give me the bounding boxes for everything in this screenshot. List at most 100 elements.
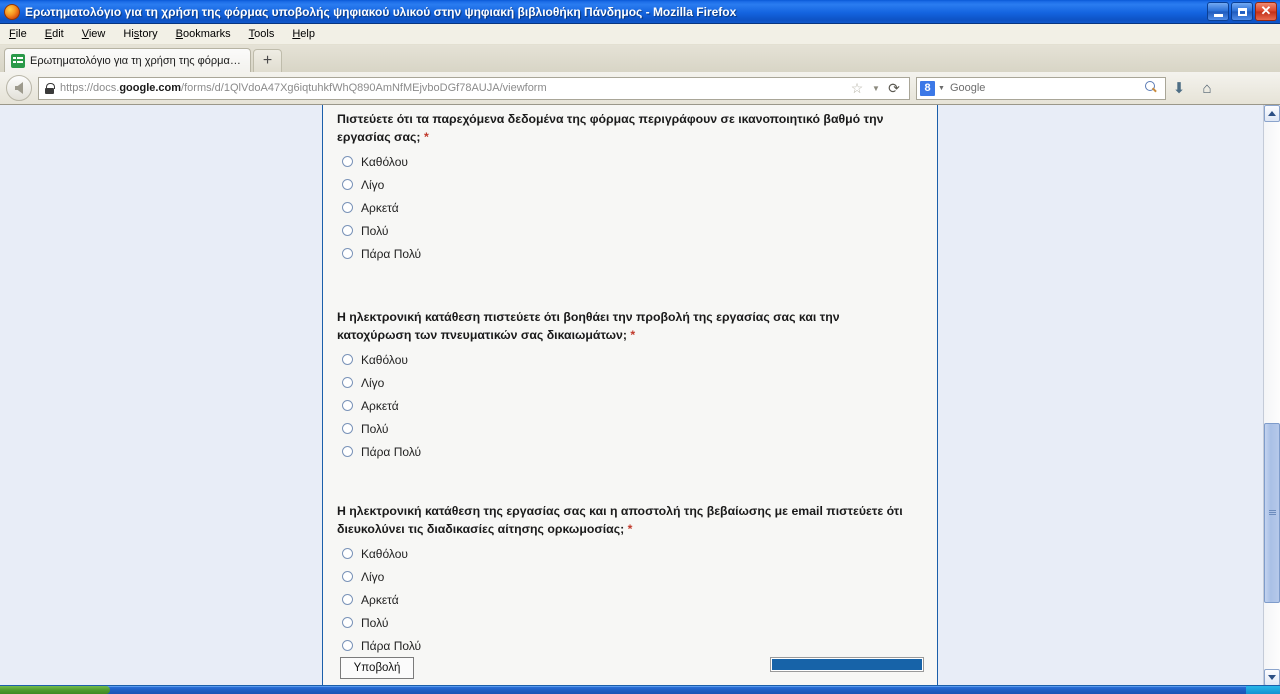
option-label: Πολύ [361,615,389,630]
menu-item-file[interactable]: File [0,26,36,42]
radio-icon[interactable] [342,248,353,259]
option-label: Αρκετά [361,398,399,413]
option-label: Πάρα Πολύ [361,246,422,261]
home-icon[interactable]: ⌂ [1192,75,1222,101]
radio-icon[interactable] [342,446,353,457]
radio-icon[interactable] [342,377,353,388]
menu-item-help[interactable]: Help [283,26,324,42]
search-magnifier-icon[interactable] [1143,80,1159,96]
menu-item-tools[interactable]: Tools [240,26,284,42]
progress-bar [770,657,924,672]
radio-option[interactable]: Πάρα Πολύ [337,634,923,657]
radio-option[interactable]: Αρκετά [337,588,923,611]
back-button[interactable] [6,75,32,101]
start-button[interactable] [0,686,110,694]
form-footer: Υποβολή [323,657,937,683]
maximize-button[interactable] [1231,2,1253,21]
question-text: Η ηλεκτρονική κατάθεση πιστεύετε ότι βοη… [337,310,840,342]
radio-icon[interactable] [342,594,353,605]
windows-taskbar [0,686,1280,694]
submit-button[interactable]: Υποβολή [340,657,414,679]
google-forms-icon [11,53,25,68]
url-bar[interactable]: https://docs.google.com/forms/d/1QlVdoA4… [38,76,910,100]
radio-option[interactable]: Αρκετά [337,394,923,417]
url-text: https://docs.google.com/forms/d/1QlVdoA4… [60,82,547,94]
tab-title: Ερωτηματολόγιο για τη χρήση της φόρμας υ… [30,54,244,67]
radio-option[interactable]: Λίγο [337,371,923,394]
option-label: Λίγο [361,177,385,192]
search-box[interactable]: 8 ▼ Google [916,76,1166,100]
search-input[interactable]: Google [950,82,1143,94]
radio-option[interactable]: Πολύ [337,219,923,242]
radio-option[interactable]: Καθόλου [337,150,923,173]
radio-icon[interactable] [342,640,353,651]
vertical-scrollbar[interactable] [1263,105,1280,686]
option-label: Λίγο [361,375,385,390]
form-question: Η ηλεκτρονική κατάθεση πιστεύετε ότι βοη… [337,309,923,463]
radio-icon[interactable] [342,423,353,434]
option-label: Καθόλου [361,352,408,367]
radio-icon[interactable] [342,225,353,236]
progress-bar-fill [772,659,922,670]
search-engine-chevron-down-icon[interactable]: ▼ [938,85,945,92]
menu-item-view[interactable]: View [73,26,115,42]
menu-item-history[interactable]: History [114,26,166,42]
lock-icon [45,82,55,94]
form-question: Πιστεύετε ότι τα παρεχόμενα δεδομένα της… [337,111,923,265]
browser-tab[interactable]: Ερωτηματολόγιο για τη χρήση της φόρμας υ… [4,48,251,72]
radio-icon[interactable] [342,156,353,167]
radio-icon[interactable] [342,354,353,365]
system-tray[interactable] [1246,686,1280,694]
minimize-button[interactable] [1207,2,1229,21]
radio-icon[interactable] [342,400,353,411]
option-label: Αρκετά [361,592,399,607]
radio-icon[interactable] [342,617,353,628]
option-label: Αρκετά [361,200,399,215]
menu-item-edit[interactable]: Edit [36,26,73,42]
google-search-icon[interactable]: 8 [920,80,935,96]
close-icon: ✕ [1260,3,1272,18]
firefox-icon [4,3,20,20]
radio-icon[interactable] [342,179,353,190]
question-spacer [337,275,923,309]
new-tab-button[interactable]: + [253,49,282,72]
menu-item-bookmarks[interactable]: Bookmarks [167,26,240,42]
radio-option[interactable]: Λίγο [337,565,923,588]
radio-option[interactable]: Αρκετά [337,196,923,219]
scrollbar-thumb[interactable] [1264,423,1280,603]
back-arrow-icon [15,82,23,94]
window-controls: ✕ [1207,2,1277,21]
radio-icon[interactable] [342,571,353,582]
page-content: Πιστεύετε ότι τα παρεχόμενα δεδομένα της… [0,105,1280,686]
radio-option[interactable]: Καθόλου [337,348,923,371]
required-marker: * [423,129,429,144]
navigation-toolbar: https://docs.google.com/forms/d/1QlVdoA4… [0,72,1280,105]
menu-bar: File Edit View History Bookmarks Tools H… [0,24,1280,45]
scroll-up-button[interactable] [1264,105,1280,122]
radio-option[interactable]: Πάρα Πολύ [337,242,923,265]
question-spacer [337,473,923,503]
scroll-down-button[interactable] [1264,669,1280,686]
question-title: Πιστεύετε ότι τα παρεχόμενα δεδομένα της… [337,111,912,146]
bookmark-star-icon[interactable]: ☆ [845,77,869,100]
option-label: Καθόλου [361,546,408,561]
radio-icon[interactable] [342,202,353,213]
close-button[interactable]: ✕ [1255,2,1277,21]
radio-option[interactable]: Πολύ [337,611,923,634]
chevron-up-icon [1268,111,1276,116]
radio-option[interactable]: Πολύ [337,417,923,440]
option-label: Λίγο [361,569,385,584]
downloads-icon[interactable]: ⬇ [1166,75,1192,101]
scrollbar-grip-icon [1268,510,1276,516]
chevron-down-icon[interactable]: ▼ [869,77,883,100]
radio-option[interactable]: Καθόλου [337,542,923,565]
radio-option[interactable]: Λίγο [337,173,923,196]
question-text: Η ηλεκτρονική κατάθεση της εργασίας σας … [337,504,903,536]
radio-icon[interactable] [342,548,353,559]
tab-strip: Ερωτηματολόγιο για τη χρήση της φόρμας υ… [0,45,1280,72]
window-title-bar: Ερωτηματολόγιο για τη χρήση της φόρμας υ… [0,0,1280,24]
option-label: Πάρα Πολύ [361,444,422,459]
required-marker: * [630,327,636,342]
reload-icon[interactable]: ⟳ [883,77,905,100]
radio-option[interactable]: Πάρα Πολύ [337,440,923,463]
